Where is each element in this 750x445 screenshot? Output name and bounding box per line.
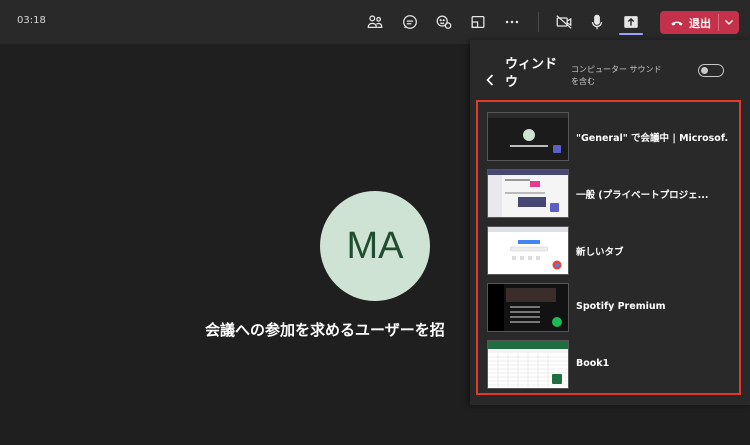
avatar: MA [320, 191, 430, 301]
chevron-down-icon[interactable] [723, 16, 735, 28]
leave-label: 退出 [689, 16, 711, 30]
window-item-private-project[interactable]: 一般 (プライベートプロジェ... [487, 169, 733, 221]
toolbar-divider [538, 12, 539, 32]
invite-prompt: 会議への参加を求めるユーザーを招 [205, 321, 445, 339]
window-thumbnail [487, 283, 569, 332]
window-item-new-tab[interactable]: 新しいタブ [487, 226, 733, 278]
share-screen-icon[interactable] [620, 11, 642, 33]
window-item-excel-book1[interactable]: Book1 [487, 340, 733, 392]
share-active-indicator [619, 33, 643, 35]
window-label: 新しいタブ [576, 247, 624, 258]
more-icon[interactable] [501, 11, 523, 33]
window-item-spotify[interactable]: Spotify Premium [487, 283, 733, 335]
reactions-icon[interactable] [433, 11, 455, 33]
leave-button[interactable]: 退出 [660, 11, 739, 34]
window-label: Book1 [576, 358, 610, 369]
back-arrow-icon[interactable] [484, 73, 496, 87]
window-list: "General" で会議中 | Microsof... 一般 (プライベートプ… [476, 100, 741, 395]
panel-title: ウィンドウ [505, 57, 558, 90]
window-thumbnail [487, 112, 569, 161]
camera-off-icon[interactable] [553, 11, 575, 33]
view-icon[interactable] [467, 11, 489, 33]
window-thumbnail [487, 226, 569, 275]
window-thumbnail [487, 340, 569, 389]
window-label: 一般 (プライベートプロジェ... [576, 190, 709, 201]
window-label: Spotify Premium [576, 301, 666, 312]
window-item-teams-meeting[interactable]: "General" で会議中 | Microsof... [487, 112, 733, 164]
hang-up-icon [671, 21, 683, 25]
people-icon[interactable] [364, 11, 386, 33]
avatar-initials: MA [346, 224, 404, 267]
meeting-timer: 03:18 [17, 15, 46, 26]
computer-sound-label: コンピューター サウンドを含む [571, 65, 662, 86]
meeting-toolbar: 03:18 退出 [0, 0, 750, 44]
share-window-panel: ウィンドウ コンピューター サウンドを含む "General" で会議中 | M… [470, 40, 750, 405]
mic-icon[interactable] [586, 11, 608, 33]
leave-divider [718, 14, 719, 31]
chat-icon[interactable] [399, 11, 421, 33]
window-thumbnail [487, 169, 569, 218]
toggle-knob [701, 66, 708, 74]
window-label: "General" で会議中 | Microsof... [576, 133, 728, 144]
computer-sound-toggle[interactable] [698, 64, 724, 77]
